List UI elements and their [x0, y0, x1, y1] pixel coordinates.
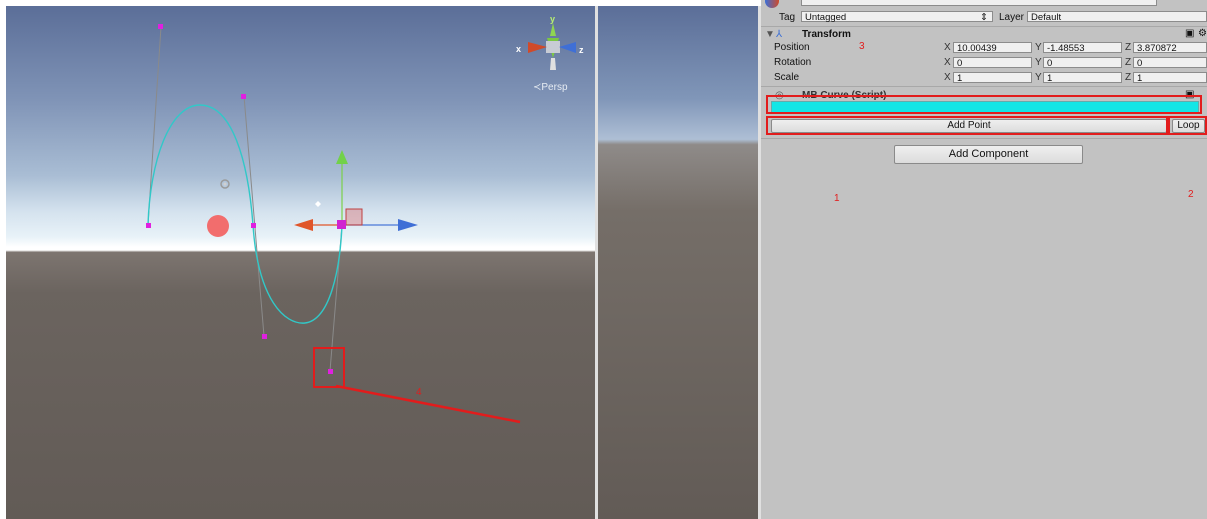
scale-x-field[interactable]: 1	[953, 72, 1032, 84]
scene-orientation-gizmo	[528, 23, 576, 70]
highlight-box-1	[766, 116, 1168, 135]
handle-line	[243, 95, 265, 337]
name-field[interactable]	[801, 0, 1157, 6]
persp-label[interactable]: ≺Persp	[533, 82, 568, 93]
move-x-arrow-icon	[294, 219, 313, 231]
scale-z-field[interactable]: 1	[1133, 72, 1207, 84]
control-handle	[241, 94, 246, 99]
bezier-curve	[147, 104, 343, 324]
annotation-label-3: 3	[859, 41, 865, 52]
scale-z-axis: Z	[1125, 72, 1132, 83]
highlight-box-2	[1168, 116, 1207, 135]
annotation-label-2: 2	[1188, 189, 1194, 200]
selected-point	[337, 220, 346, 229]
curve-point	[251, 223, 256, 228]
foldout-arrow-icon[interactable]: ▼	[765, 28, 775, 41]
layer-label: Layer	[999, 12, 1025, 23]
dropdown-arrow-icon: ⇕	[980, 12, 988, 23]
plane-handle-icon	[345, 208, 363, 226]
rotation-y-field[interactable]: 0	[1043, 57, 1122, 69]
scale-x-axis: X	[944, 72, 951, 83]
scale-y-axis: Y	[1035, 72, 1042, 83]
scale-y-field[interactable]: 1	[1043, 72, 1122, 84]
rotation-x-axis: X	[944, 57, 951, 68]
move-y-arrow-icon	[336, 150, 348, 164]
inspector-panel: Tag Untagged ⇕ Layer Default ▼ ⅄ Transfo…	[761, 0, 1207, 519]
gizmo-y-label: y	[550, 14, 556, 24]
rotation-y-axis: Y	[1035, 57, 1042, 68]
component-gear-icon[interactable]: ⚙	[1198, 27, 1207, 40]
gizmo-x-label: x	[516, 44, 522, 54]
position-z-field[interactable]: 3.870872	[1133, 42, 1207, 54]
layer-dropdown[interactable]: Default	[1027, 11, 1207, 23]
position-y-axis: Y	[1035, 42, 1042, 53]
annotation-label-1: 1	[834, 193, 840, 204]
position-x-axis: X	[944, 42, 951, 53]
layer-value: Default	[1031, 12, 1062, 23]
rotation-x-field[interactable]: 0	[953, 57, 1032, 69]
control-handle	[158, 24, 163, 29]
gameobject-icon	[765, 0, 779, 8]
sphere-object	[207, 215, 229, 237]
pivot-icon	[315, 201, 321, 207]
scale-label: Scale	[774, 72, 800, 83]
rotation-z-field[interactable]: 0	[1133, 57, 1207, 69]
rotation-label: Rotation	[774, 57, 812, 68]
transform-title: Transform	[802, 29, 851, 40]
position-z-axis: Z	[1125, 42, 1132, 53]
annotation-label-4: 4	[416, 387, 422, 398]
annotation-line-4	[335, 384, 521, 424]
gizmo-z-cone-icon	[559, 42, 576, 53]
gizmo-z-label: z	[579, 45, 584, 55]
component-help-icon[interactable]: ▣	[1185, 27, 1194, 40]
highlight-box-4	[313, 347, 345, 388]
tag-label: Tag	[779, 12, 796, 23]
tag-value: Untagged	[805, 12, 847, 23]
curve-point	[146, 223, 151, 228]
highlight-box-3	[766, 95, 1202, 114]
position-label: Position	[774, 42, 810, 53]
gizmo-x-cone-icon	[528, 42, 547, 53]
control-handle	[328, 369, 333, 374]
transform-icon: ⅄	[776, 29, 783, 40]
rotation-z-axis: Z	[1125, 57, 1132, 68]
control-handle	[262, 334, 267, 339]
add-component-button[interactable]: Add Component	[894, 145, 1083, 164]
position-x-field[interactable]: 10.00439	[953, 42, 1032, 54]
tag-dropdown[interactable]: Untagged ⇕	[801, 11, 993, 23]
move-z-arrow-icon	[398, 219, 418, 231]
position-y-field[interactable]: -1.48553	[1043, 42, 1122, 54]
